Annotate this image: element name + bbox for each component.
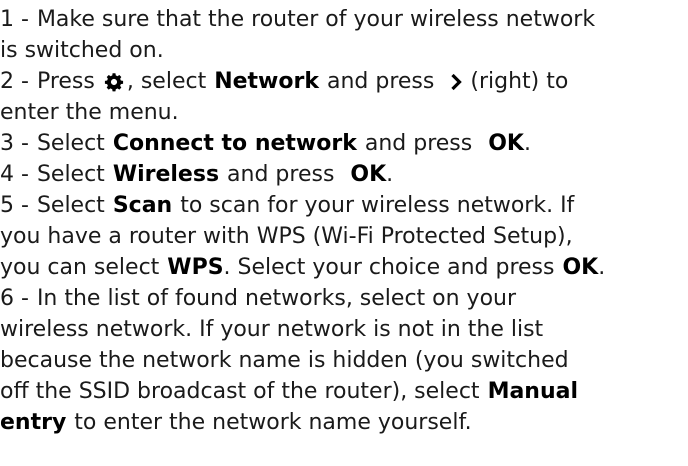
step-6-line-5: entry to enter the network name yourself.: [0, 407, 688, 438]
ok-key: OK: [488, 131, 524, 156]
menu-option-network: Network: [214, 69, 319, 94]
menu-option-wps: WPS: [167, 255, 224, 280]
step-text: Select: [36, 131, 105, 156]
step-4-line-1: 4 - Select Wireless and press OK.: [0, 159, 688, 190]
step-text: Select: [36, 162, 105, 187]
step-5-line-1: 5 - Select Scan to scan for your wireless n…: [0, 190, 688, 221]
step-6-line-4: off the SSID broadcast of the router), s…: [0, 376, 688, 407]
menu-option-scan: Scan: [112, 193, 173, 218]
ok-key: OK: [350, 162, 387, 187]
step-text: wireless network. If your network is not…: [0, 317, 544, 342]
step-text: off the SSID broadcast of the router), s…: [0, 379, 480, 404]
step-number: 3 -: [0, 131, 29, 156]
gear-icon: [103, 71, 125, 93]
step-text: because the network name is hidden (you …: [0, 348, 569, 373]
step-text: .: [598, 255, 606, 280]
step-number: 1 -: [0, 7, 29, 32]
step-text: .: [386, 162, 394, 187]
step-5-line-3: you can select WPS. Select your choice an…: [0, 252, 688, 283]
step-text: is switched on.: [0, 38, 164, 63]
step-text: Make sure that the router of your wirele…: [36, 7, 596, 32]
menu-option-manual-entry: Manual: [487, 379, 579, 404]
step-text: and press: [326, 69, 435, 94]
ok-key: OK: [562, 255, 599, 280]
chevron-right-icon: [448, 71, 464, 93]
step-2-line-1: 2 - Press , select Network and press (right…: [0, 66, 688, 97]
step-number: 5 -: [0, 193, 29, 218]
step-6-line-3: because the network name is hidden (you …: [0, 345, 688, 376]
step-text: to scan for your wireless network. If: [180, 193, 575, 218]
step-1-line-1: 1 - Make sure that the router of your wir…: [0, 4, 688, 35]
step-text: Select: [36, 193, 105, 218]
menu-option-manual-entry: entry: [0, 410, 67, 435]
step-text: you can select: [0, 255, 160, 280]
step-text: you have a router with WPS (Wi-Fi Protec…: [0, 224, 573, 249]
step-text: (right) to: [470, 69, 569, 94]
step-text: Press: [36, 69, 95, 94]
step-6-line-2: wireless network. If your network is not…: [0, 314, 688, 345]
instruction-page: 1 - Make sure that the router of your wir…: [0, 0, 688, 466]
step-text: to enter the network name yourself.: [74, 410, 472, 435]
step-5-line-2: you have a router with WPS (Wi-Fi Protec…: [0, 221, 688, 252]
step-text: and press: [227, 162, 335, 187]
step-text: . Select your choice and press: [223, 255, 555, 280]
menu-option-connect-to-network: Connect to network: [112, 131, 357, 156]
step-3-line-1: 3 - Select Connect to network and press OK.: [0, 128, 688, 159]
menu-option-wireless: Wireless: [112, 162, 220, 187]
step-text: enter the menu.: [0, 100, 179, 125]
step-text: In the list of found networks, select on…: [36, 286, 517, 311]
step-text: and press: [364, 131, 473, 156]
step-6-line-1: 6 - In the list of found networks, select…: [0, 283, 688, 314]
step-number: 4 -: [0, 162, 29, 187]
step-number: 2 -: [0, 69, 29, 94]
step-text: , select: [126, 69, 207, 94]
step-text: .: [523, 131, 531, 156]
step-2-line-2: enter the menu.: [0, 97, 688, 128]
step-number: 6 -: [0, 286, 29, 311]
step-1-line-2: is switched on.: [0, 35, 688, 66]
